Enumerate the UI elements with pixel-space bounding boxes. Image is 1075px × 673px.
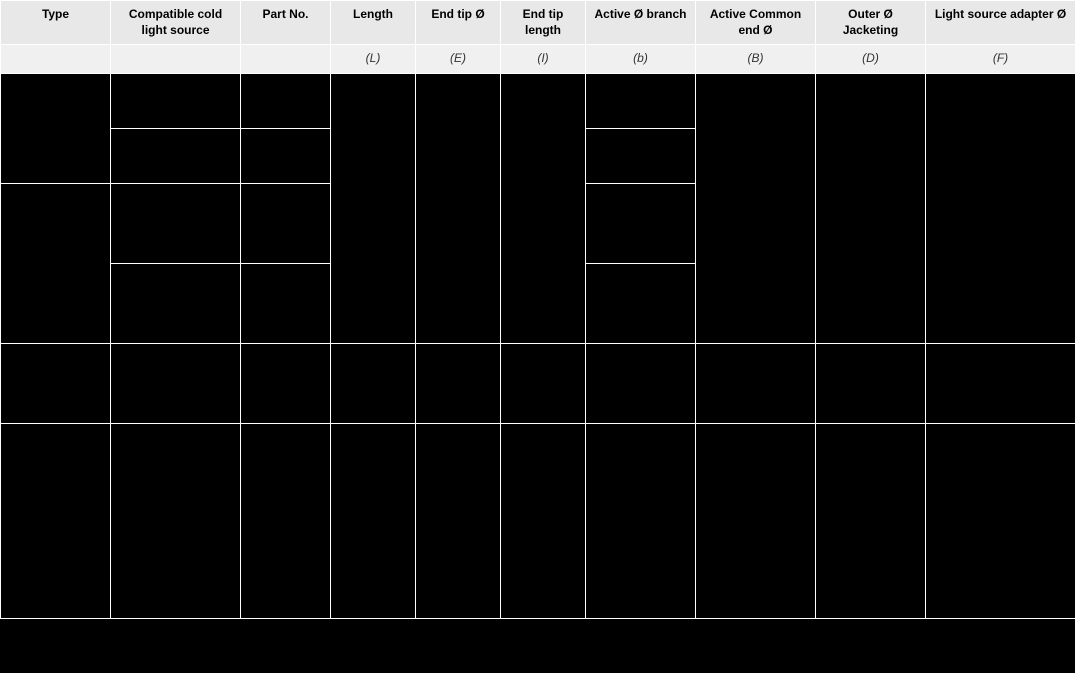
cell-active-common	[696, 73, 816, 343]
col-header-active-branch: Active Ø branch	[586, 1, 696, 45]
cell-active-branch	[586, 183, 696, 263]
cell-outer-jack	[816, 73, 926, 343]
cell-partno	[241, 183, 331, 263]
header-row-2: (L) (E) (I) (b) (B) (D) (F)	[1, 45, 1075, 74]
table-row	[1, 343, 1075, 423]
cell-compatible	[111, 423, 241, 618]
cell-compatible	[111, 263, 241, 343]
table-row	[1, 423, 1075, 618]
cell-endtip-diam	[416, 73, 501, 343]
col-subheader-length: (L)	[331, 45, 416, 74]
col-subheader-endtip-diam: (E)	[416, 45, 501, 74]
cell-outer-jack	[816, 423, 926, 618]
cell-active-branch	[586, 423, 696, 618]
col-subheader-active-common: (B)	[696, 45, 816, 74]
col-header-active-common: Active Common end Ø	[696, 1, 816, 45]
col-subheader-light-src: (F)	[926, 45, 1075, 74]
cell-endtip-diam	[416, 423, 501, 618]
cell-endtip-len	[501, 423, 586, 618]
cell-length	[331, 343, 416, 423]
cell-type	[1, 343, 111, 423]
col-header-type: Type	[1, 1, 111, 45]
cell-outer-jack	[816, 343, 926, 423]
col-header-endtip-len: End tip length	[501, 1, 586, 45]
col-subheader-type	[1, 45, 111, 74]
cell-active-branch	[586, 263, 696, 343]
cell-endtip-diam	[416, 343, 501, 423]
cell-compatible	[111, 73, 241, 128]
cell-compatible	[111, 183, 241, 263]
cell-length	[331, 73, 416, 343]
col-subheader-outer-jack: (D)	[816, 45, 926, 74]
cell-compatible	[111, 128, 241, 183]
cell-partno	[241, 263, 331, 343]
cell-active-common	[696, 343, 816, 423]
col-header-partno: Part No.	[241, 1, 331, 45]
cell-type	[1, 183, 111, 343]
col-header-endtip-diam: End tip Ø	[416, 1, 501, 45]
cell-type	[1, 73, 111, 183]
cell-active-branch	[586, 343, 696, 423]
col-header-length: Length	[331, 1, 416, 45]
cell-length	[331, 423, 416, 618]
col-subheader-compatible	[111, 45, 241, 74]
cell-active-branch	[586, 73, 696, 128]
cell-partno	[241, 73, 331, 128]
cell-light-src	[926, 423, 1075, 618]
data-table: Type Compatible cold light source Part N…	[0, 0, 1075, 619]
cell-endtip-len	[501, 73, 586, 343]
cell-endtip-len	[501, 343, 586, 423]
col-subheader-endtip-len: (I)	[501, 45, 586, 74]
header-row-1: Type Compatible cold light source Part N…	[1, 1, 1075, 45]
cell-partno	[241, 343, 331, 423]
col-header-light-src: Light source adapter Ø	[926, 1, 1075, 45]
col-subheader-active-branch: (b)	[586, 45, 696, 74]
cell-light-src	[926, 73, 1075, 343]
table-row	[1, 73, 1075, 128]
col-header-compatible: Compatible cold light source	[111, 1, 241, 45]
cell-partno	[241, 423, 331, 618]
cell-active-branch	[586, 128, 696, 183]
cell-compatible	[111, 343, 241, 423]
cell-active-common	[696, 423, 816, 618]
cell-light-src	[926, 343, 1075, 423]
col-subheader-partno	[241, 45, 331, 74]
cell-type	[1, 423, 111, 618]
col-header-outer-jack: Outer Ø Jacketing	[816, 1, 926, 45]
cell-partno	[241, 128, 331, 183]
table-container: Type Compatible cold light source Part N…	[0, 0, 1075, 619]
